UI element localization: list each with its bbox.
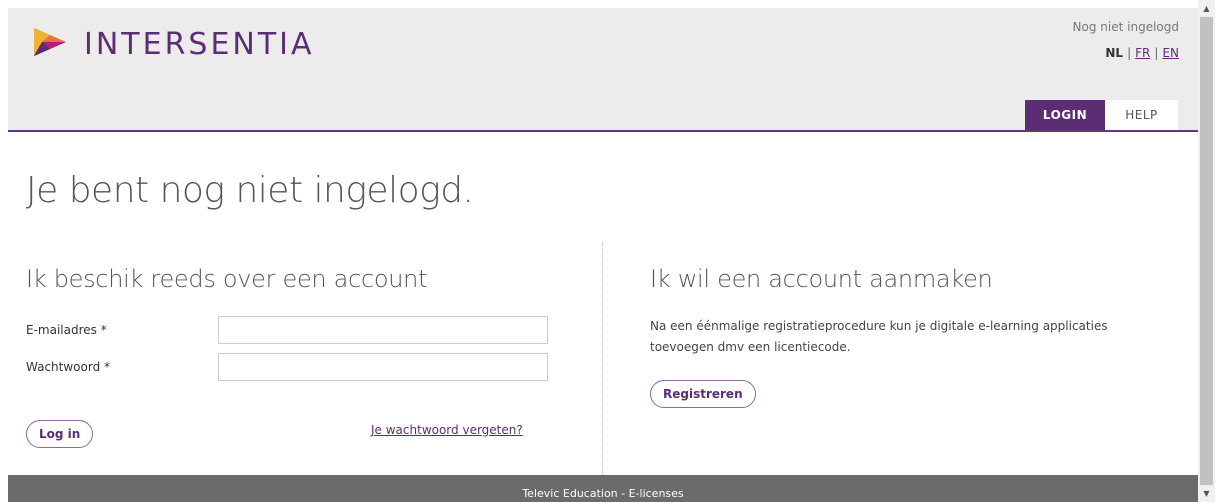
register-section-heading: Ik wil een account aanmaken (650, 265, 993, 293)
header: INTERSENTIA Nog niet ingelogd NL | FR | EN L… (8, 8, 1198, 132)
register-section: Ik wil een account aanmaken Na een éénma… (650, 265, 1150, 408)
register-button[interactable]: Registreren (650, 380, 756, 408)
register-description: Na een éénmalige registratieprocedure ku… (650, 319, 1108, 354)
scroll-up-arrow-icon[interactable]: ▲ (1198, 0, 1215, 17)
forgot-password-link[interactable]: Je wachtwoord vergeten? (371, 423, 523, 437)
login-section: Ik beschik reeds over een account E-mail… (26, 265, 556, 448)
lang-separator: | (1154, 46, 1159, 60)
lang-en-link[interactable]: EN (1162, 46, 1179, 60)
vertical-scrollbar[interactable]: ▲ ▼ (1198, 0, 1215, 502)
tab-help[interactable]: HELP (1105, 100, 1178, 130)
scroll-down-arrow-icon[interactable]: ▼ (1198, 485, 1215, 502)
scrollbar-thumb[interactable] (1200, 17, 1213, 485)
lang-nl: NL (1105, 46, 1124, 60)
lang-separator: | (1127, 46, 1132, 60)
main-nav: LOGIN HELP (1025, 100, 1178, 130)
email-label: E-mailadres * (26, 323, 107, 337)
password-field[interactable] (218, 353, 548, 381)
column-divider (602, 243, 603, 475)
page: INTERSENTIA Nog niet ingelogd NL | FR | EN L… (0, 0, 1198, 502)
tab-login[interactable]: LOGIN (1025, 100, 1105, 130)
brand[interactable]: INTERSENTIA (30, 25, 315, 63)
password-label: Wachtwoord * (26, 360, 111, 374)
email-field[interactable] (218, 316, 548, 344)
password-row: Wachtwoord * (26, 353, 548, 381)
language-switcher: NL | FR | EN (1105, 46, 1179, 60)
login-status: Nog niet ingelogd (1072, 20, 1179, 34)
login-button[interactable]: Log in (26, 420, 94, 448)
login-section-heading: Ik beschik reeds over een account (26, 265, 428, 293)
page-title: Je bent nog niet ingelogd. (26, 170, 474, 211)
footer: Televic Education - E-licenses (8, 475, 1198, 502)
brand-name: INTERSENTIA (84, 26, 315, 62)
intersentia-logo-icon (30, 22, 70, 66)
email-row: E-mailadres * (26, 316, 548, 344)
lang-fr-link[interactable]: FR (1135, 46, 1150, 60)
